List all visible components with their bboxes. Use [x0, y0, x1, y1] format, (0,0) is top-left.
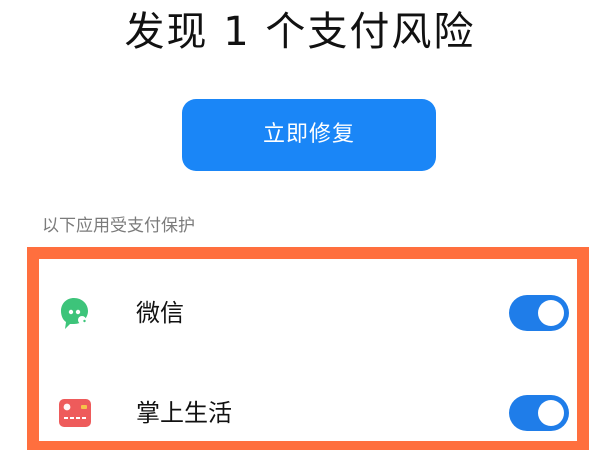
- protected-apps-list: 微信 掌上生活: [27, 247, 589, 450]
- toggle-knob: [538, 300, 564, 326]
- list-item-zhangshang-shenghuo: 掌上生活: [39, 377, 577, 449]
- card-wallet-icon: [57, 395, 93, 431]
- app-name-zhangshang-shenghuo: 掌上生活: [136, 399, 232, 427]
- toggle-knob: [538, 400, 564, 426]
- wechat-icon: [57, 295, 93, 331]
- app-name-wechat: 微信: [136, 299, 184, 327]
- payment-risk-page: 发现 1 个支付风险 立即修复 以下应用受支付保护 微信 掌上生活: [0, 0, 600, 450]
- protected-apps-label: 以下应用受支付保护: [42, 216, 195, 236]
- wechat-protection-toggle[interactable]: [509, 295, 569, 331]
- page-title: 发现 1 个支付风险: [124, 9, 476, 55]
- zhangshang-shenghuo-protection-toggle[interactable]: [509, 395, 569, 431]
- list-item-wechat: 微信: [39, 277, 577, 349]
- fix-now-button[interactable]: 立即修复: [182, 99, 436, 171]
